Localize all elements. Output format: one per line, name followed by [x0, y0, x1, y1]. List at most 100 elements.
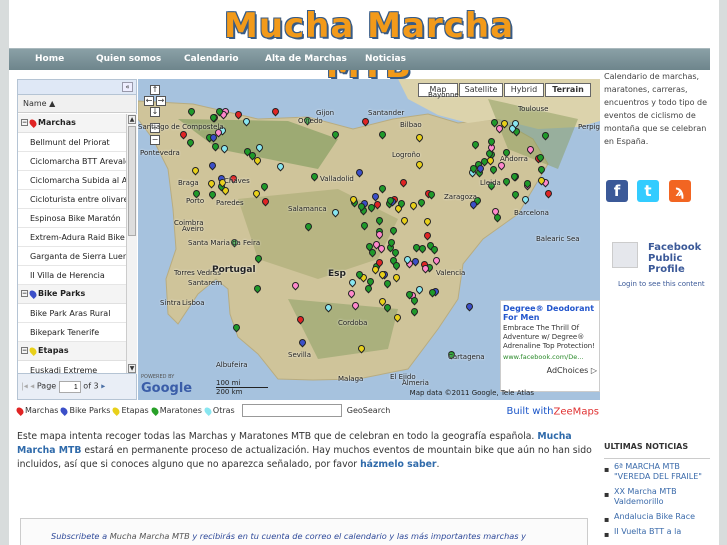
built-with[interactable]: Built with ZeeMaps: [506, 406, 599, 418]
marker-pin-icon: [202, 405, 213, 416]
place-label: Logroño: [392, 151, 421, 159]
legend-label: Marchas: [25, 406, 59, 415]
nav-home[interactable]: Home: [35, 54, 64, 64]
collapse-toggle-icon[interactable]: −: [21, 290, 28, 297]
list-item[interactable]: Espinosa Bike Maratón: [18, 209, 126, 228]
list-item[interactable]: Bellmunt del Priorat: [18, 133, 126, 152]
place-label: Perpignan: [578, 123, 600, 131]
scroll-up-icon[interactable]: ▲: [128, 115, 136, 124]
place-label: Sevilla: [288, 351, 312, 359]
zeemaps-brand[interactable]: ZeeMaps: [554, 407, 599, 418]
desc-text-1: Este mapa intenta recoger todas las Marc…: [17, 431, 538, 442]
collapse-icon[interactable]: «: [122, 82, 133, 92]
contact-link[interactable]: házmelo saber: [360, 459, 436, 470]
zoom-out-icon[interactable]: −: [150, 135, 160, 145]
social-links: f t ϡ: [604, 180, 710, 204]
place-label: Lleida: [480, 179, 501, 187]
list-item[interactable]: Ciclomarcha BTT Arevalo: [18, 152, 126, 171]
news-item[interactable]: XX Marcha MTB Valdemorillo: [604, 487, 710, 507]
place-label: Santander: [368, 109, 405, 117]
page-input[interactable]: [58, 381, 81, 393]
marker-pin-icon: [149, 405, 160, 416]
first-page-icon[interactable]: |◂: [21, 382, 28, 391]
facebook-login-link[interactable]: Login to see this content: [618, 280, 708, 289]
page-label: Page: [36, 381, 57, 391]
maptype-hybrid[interactable]: Hybrid: [504, 83, 544, 97]
list-item[interactable]: Ciclomarcha Subida al Al...: [18, 171, 126, 190]
group-header[interactable]: − Bike Parks: [18, 285, 126, 304]
legend-item[interactable]: Otras: [202, 405, 235, 416]
legend-label: Otras: [212, 406, 235, 415]
ad-url[interactable]: www.facebook.com/De...: [503, 353, 597, 361]
ad-choices[interactable]: AdChoices ▷: [503, 366, 597, 375]
google-logo[interactable]: Google: [141, 381, 192, 396]
rss-icon[interactable]: ϡ: [669, 180, 691, 202]
place-label: Cordoba: [338, 319, 368, 327]
subscribe-box: Subscribete a Mucha Marcha MTB y recibir…: [20, 518, 588, 545]
place-label: Porto: [186, 197, 205, 205]
list-item[interactable]: Extrem-Adura Raid Bike: [18, 228, 126, 247]
place-label: Pontevedra: [140, 149, 180, 157]
marker-list: − Marchas Bellmunt del Priorat Ciclomarcha …: [18, 114, 126, 374]
list-item[interactable]: Garganta de Sierra Luen...: [18, 247, 126, 266]
geosearch-input[interactable]: [242, 404, 343, 417]
site-intro: Calendario de marchas, maratones, carrer…: [604, 72, 708, 146]
place-label: Valencia: [436, 269, 466, 277]
pan-up-icon[interactable]: ↑: [150, 85, 160, 95]
prev-page-icon[interactable]: ◂: [30, 382, 34, 391]
group-header[interactable]: − Etapas: [18, 342, 126, 361]
ad-title[interactable]: Degree® Deodorant For Men: [503, 304, 597, 322]
place-label: Zaragoza: [444, 193, 477, 201]
pan-down-icon[interactable]: ↓: [150, 107, 160, 117]
desc-text-3: .: [436, 459, 440, 470]
legend-item[interactable]: Marchas: [15, 405, 59, 416]
news-item[interactable]: II Vuelta BTT a la: [604, 527, 710, 540]
nav-calendario[interactable]: Calendario: [184, 54, 239, 64]
next-page-icon[interactable]: ▸: [101, 382, 105, 391]
maptype-satellite[interactable]: Satellite: [459, 83, 503, 97]
nav-alta-marchas[interactable]: Alta de Marchas: [265, 54, 347, 64]
twitter-icon[interactable]: t: [637, 180, 659, 202]
place-label: Cartagena: [448, 353, 485, 361]
list-item[interactable]: Bike Park Aras Rural: [18, 304, 126, 323]
list-item[interactable]: II Villa de Herencia: [18, 266, 126, 285]
geosearch-label[interactable]: GeoSearch: [347, 406, 391, 415]
marker-pin-icon: [28, 345, 38, 356]
legend-item[interactable]: Bike Parks: [59, 405, 111, 416]
list-item[interactable]: Bikepark Tenerife: [18, 323, 126, 342]
pan-left-icon[interactable]: ←: [144, 96, 154, 106]
nav-quien-somos[interactable]: Quien somos: [96, 54, 161, 64]
panel-toolbar: «: [18, 80, 136, 95]
news-item[interactable]: Andalucia Bike Race: [604, 512, 710, 525]
legend-item[interactable]: Maratones: [149, 405, 202, 416]
legend-label: Bike Parks: [69, 406, 111, 415]
column-header-name[interactable]: Name ▲: [18, 95, 136, 113]
place-label: Paredes: [216, 199, 244, 207]
nav-noticias[interactable]: Noticias: [365, 54, 406, 64]
site-logo[interactable]: Mucha Marcha MTB: [199, 6, 539, 86]
map-ad[interactable]: Degree® Deodorant For Men Embrace The Th…: [500, 300, 600, 392]
collapse-toggle-icon[interactable]: −: [21, 347, 28, 354]
place-label: Esp: [328, 269, 346, 279]
list-item[interactable]: Cicloturista entre olivares: [18, 190, 126, 209]
place-label: Malaga: [338, 375, 364, 383]
place-label: Gijon: [316, 109, 335, 117]
list-scrollbar[interactable]: ▲ ▼: [126, 114, 137, 374]
scroll-thumb[interactable]: [128, 126, 136, 236]
marker-pin-icon: [28, 117, 38, 128]
subscribe-text-2: y recibirás en tu cuenta de correo el ca…: [189, 531, 526, 541]
place-label: El Ejido: [390, 373, 416, 381]
pan-right-icon[interactable]: →: [156, 96, 166, 106]
facebook-icon[interactable]: f: [606, 180, 628, 202]
scroll-down-icon[interactable]: ▼: [128, 364, 136, 373]
legend-item[interactable]: Etapas: [111, 405, 149, 416]
maptype-terrain[interactable]: Terrain: [545, 83, 591, 97]
facebook-profile-link[interactable]: Facebook Public Profile: [648, 242, 712, 275]
group-header[interactable]: − Marchas: [18, 114, 126, 133]
collapse-toggle-icon[interactable]: −: [21, 119, 28, 126]
news-item[interactable]: 6ª MARCHA MTB "VEREDA DEL FRAILE": [604, 462, 710, 482]
place-label: Valladolid: [320, 175, 354, 183]
map[interactable]: ↑ ← → ↓ + − Map Satellite Hybrid Terrain…: [138, 79, 600, 400]
place-label: Barcelona: [514, 209, 549, 217]
marker-pin-icon: [59, 405, 70, 416]
